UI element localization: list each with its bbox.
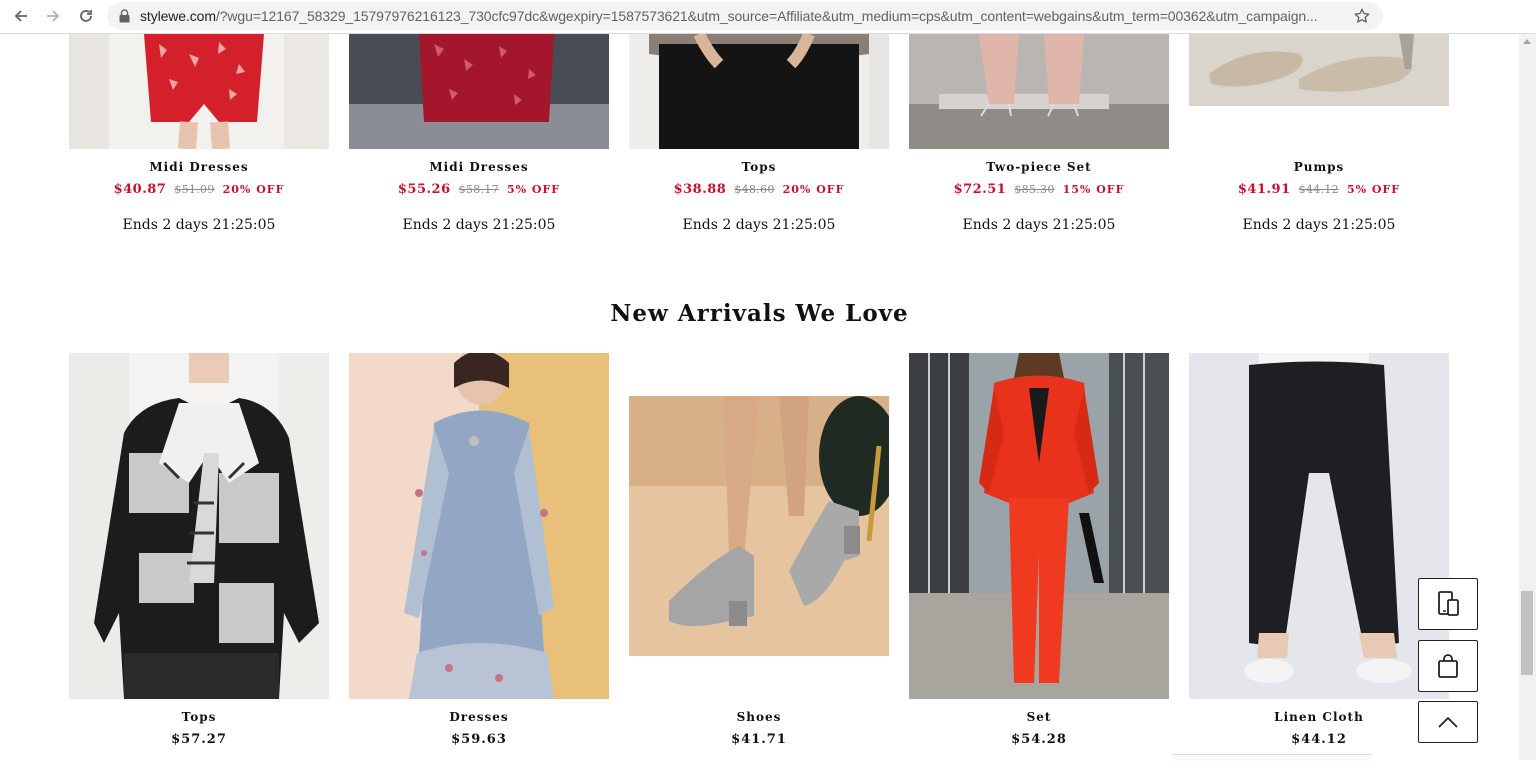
address-bar[interactable]: stylewe.com/?wgu=12167_58329_15797976216… bbox=[107, 2, 1383, 30]
original-price: $44.12 bbox=[1298, 183, 1339, 196]
reload-icon bbox=[80, 10, 92, 22]
product-image[interactable] bbox=[69, 353, 329, 699]
url-path: /?wgu=12167_58329_15797976216123_730cfc9… bbox=[215, 8, 1318, 24]
sale-price: $55.26 bbox=[397, 182, 451, 197]
product-name[interactable]: Midi Dresses bbox=[69, 160, 329, 174]
sale-price: $72.51 bbox=[953, 182, 1007, 197]
reload-button[interactable] bbox=[73, 4, 99, 28]
product-name[interactable]: Two-piece Set bbox=[909, 160, 1169, 174]
product-image[interactable] bbox=[349, 353, 609, 699]
url-domain: stylewe.com bbox=[140, 8, 216, 24]
sale-countdown: Ends 2 days 21:25:05 bbox=[1242, 217, 1396, 233]
price-row: $72.51 $85.30 15% OFF bbox=[909, 182, 1169, 197]
product-image[interactable] bbox=[629, 34, 889, 149]
lock-icon bbox=[119, 9, 130, 23]
product-name[interactable]: Shoes bbox=[629, 710, 889, 724]
product-price: $44.12 bbox=[1291, 732, 1347, 747]
original-price: $58.17 bbox=[458, 183, 499, 196]
scroll-up-icon[interactable] bbox=[1523, 39, 1531, 44]
browser-toolbar: stylewe.com/?wgu=12167_58329_15797976216… bbox=[0, 0, 1536, 34]
product-price: $41.71 bbox=[731, 732, 787, 747]
product-price: $57.27 bbox=[171, 732, 227, 747]
product-price: $59.63 bbox=[451, 732, 507, 747]
sale-price: $41.91 bbox=[1237, 182, 1291, 197]
price-row: $38.88 $48.60 20% OFF bbox=[629, 182, 889, 197]
discount-badge: 5% OFF bbox=[506, 183, 561, 196]
sale-price: $38.88 bbox=[673, 182, 727, 197]
sale-countdown: Ends 2 days 21:25:05 bbox=[682, 217, 836, 233]
product-image[interactable] bbox=[349, 34, 609, 149]
discount-badge: 20% OFF bbox=[222, 183, 285, 196]
sale-countdown: Ends 2 days 21:25:05 bbox=[122, 217, 276, 233]
product-image[interactable] bbox=[1189, 34, 1449, 106]
original-price: $85.30 bbox=[1014, 183, 1055, 196]
product-image[interactable] bbox=[909, 353, 1169, 699]
chevron-up-icon bbox=[1438, 716, 1458, 728]
shopping-bag-button[interactable] bbox=[1418, 640, 1478, 692]
discount-badge: 15% OFF bbox=[1062, 183, 1125, 196]
product-name[interactable]: Dresses bbox=[349, 710, 609, 724]
price-row: $55.26 $58.17 5% OFF bbox=[349, 182, 609, 197]
product-price: $54.28 bbox=[1011, 732, 1067, 747]
url-text: stylewe.com/?wgu=12167_58329_15797976216… bbox=[140, 8, 1340, 24]
sale-price: $40.87 bbox=[113, 182, 167, 197]
discount-badge: 20% OFF bbox=[782, 183, 845, 196]
product-name[interactable]: Set bbox=[909, 710, 1169, 724]
product-image[interactable] bbox=[1189, 353, 1449, 699]
product-name[interactable]: Pumps bbox=[1189, 160, 1449, 174]
back-to-top-button[interactable] bbox=[1418, 701, 1478, 743]
app-download-button[interactable] bbox=[1418, 578, 1478, 630]
product-image[interactable] bbox=[909, 34, 1169, 149]
product-name[interactable]: Linen Cloth bbox=[1189, 710, 1449, 724]
arrow-right-icon bbox=[47, 10, 60, 22]
price-row: $40.87 $51.09 20% OFF bbox=[69, 182, 329, 197]
original-price: $51.09 bbox=[174, 183, 215, 196]
forward-button[interactable] bbox=[40, 4, 66, 28]
sale-countdown: Ends 2 days 21:25:05 bbox=[402, 217, 556, 233]
page-content: Midi Dresses $40.87 $51.09 20% OFF Ends 2 … bbox=[0, 34, 1519, 760]
discount-badge: 5% OFF bbox=[1346, 183, 1401, 196]
page-scrollbar[interactable] bbox=[1519, 34, 1536, 760]
product-name[interactable]: Tops bbox=[629, 160, 889, 174]
product-name[interactable]: Tops bbox=[69, 710, 329, 724]
section-title: New Arrivals We Love bbox=[610, 300, 909, 327]
shopping-bag-icon bbox=[1438, 654, 1458, 678]
devices-icon bbox=[1438, 591, 1459, 616]
product-name[interactable]: Midi Dresses bbox=[349, 160, 609, 174]
back-button[interactable] bbox=[8, 4, 34, 28]
product-image[interactable] bbox=[69, 34, 329, 149]
arrow-left-icon bbox=[14, 10, 27, 22]
sale-countdown: Ends 2 days 21:25:05 bbox=[962, 217, 1116, 233]
scrollbar-thumb[interactable] bbox=[1521, 591, 1533, 675]
price-row: $41.91 $44.12 5% OFF bbox=[1189, 182, 1449, 197]
product-image[interactable] bbox=[629, 396, 889, 656]
original-price: $48.60 bbox=[734, 183, 775, 196]
star-icon[interactable] bbox=[1353, 7, 1371, 25]
